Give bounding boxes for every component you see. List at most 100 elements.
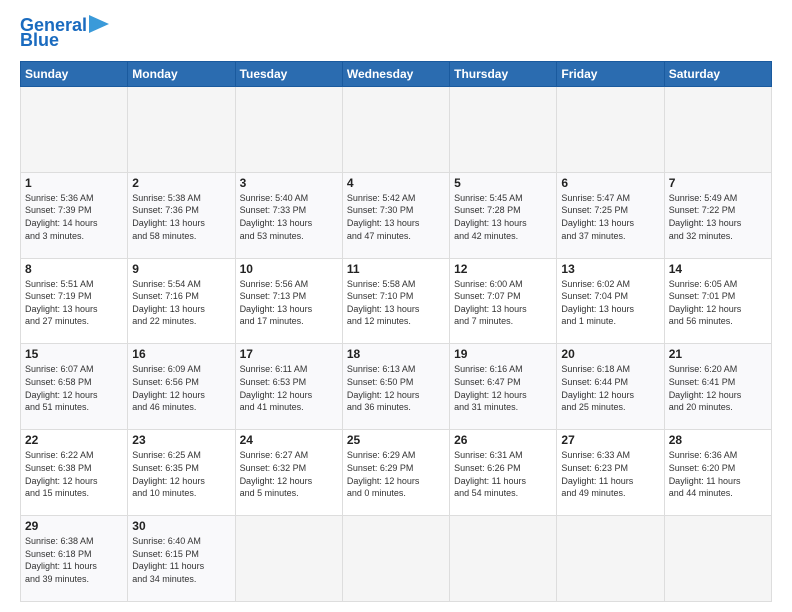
day-info: Sunrise: 6:16 AM Sunset: 6:47 PM Dayligh…	[454, 363, 552, 413]
day-info: Sunrise: 6:40 AM Sunset: 6:15 PM Dayligh…	[132, 535, 230, 585]
day-info: Sunrise: 5:58 AM Sunset: 7:10 PM Dayligh…	[347, 278, 445, 328]
day-info: Sunrise: 5:49 AM Sunset: 7:22 PM Dayligh…	[669, 192, 767, 242]
page: General Blue SundayMondayTuesdayWednesda…	[0, 0, 792, 612]
day-info: Sunrise: 5:42 AM Sunset: 7:30 PM Dayligh…	[347, 192, 445, 242]
day-number: 30	[132, 519, 230, 533]
day-number: 17	[240, 347, 338, 361]
day-cell: 8 Sunrise: 5:51 AM Sunset: 7:19 PM Daylig…	[21, 258, 128, 344]
day-cell: 18Sunrise: 6:13 AM Sunset: 6:50 PM Dayli…	[342, 344, 449, 430]
empty-cell	[342, 87, 449, 173]
calendar-week-row: 8 Sunrise: 5:51 AM Sunset: 7:19 PM Daylig…	[21, 258, 772, 344]
day-info: Sunrise: 5:54 AM Sunset: 7:16 PM Dayligh…	[132, 278, 230, 328]
day-number: 20	[561, 347, 659, 361]
day-number: 13	[561, 262, 659, 276]
empty-cell	[235, 516, 342, 602]
day-cell: 22Sunrise: 6:22 AM Sunset: 6:38 PM Dayli…	[21, 430, 128, 516]
day-info: Sunrise: 5:56 AM Sunset: 7:13 PM Dayligh…	[240, 278, 338, 328]
day-info: Sunrise: 5:36 AM Sunset: 7:39 PM Dayligh…	[25, 192, 123, 242]
day-info: Sunrise: 6:29 AM Sunset: 6:29 PM Dayligh…	[347, 449, 445, 499]
day-cell: 12Sunrise: 6:00 AM Sunset: 7:07 PM Dayli…	[450, 258, 557, 344]
day-info: Sunrise: 6:25 AM Sunset: 6:35 PM Dayligh…	[132, 449, 230, 499]
day-cell: 23 Sunrise: 6:25 AM Sunset: 6:35 PM Dayli…	[128, 430, 235, 516]
day-number: 4	[347, 176, 445, 190]
day-number: 29	[25, 519, 123, 533]
day-number: 19	[454, 347, 552, 361]
day-info: Sunrise: 6:09 AM Sunset: 6:56 PM Dayligh…	[132, 363, 230, 413]
logo-blue: Blue	[20, 30, 59, 51]
day-number: 23	[132, 433, 230, 447]
calendar-week-row: 22Sunrise: 6:22 AM Sunset: 6:38 PM Dayli…	[21, 430, 772, 516]
day-number: 9	[132, 262, 230, 276]
weekday-header-wednesday: Wednesday	[342, 62, 449, 87]
day-info: Sunrise: 5:40 AM Sunset: 7:33 PM Dayligh…	[240, 192, 338, 242]
day-cell: 15 Sunrise: 6:07 AM Sunset: 6:58 PM Dayli…	[21, 344, 128, 430]
day-number: 22	[25, 433, 123, 447]
day-info: Sunrise: 6:11 AM Sunset: 6:53 PM Dayligh…	[240, 363, 338, 413]
day-cell: 21Sunrise: 6:20 AM Sunset: 6:41 PM Dayli…	[664, 344, 771, 430]
day-number: 15	[25, 347, 123, 361]
day-cell: 28Sunrise: 6:36 AM Sunset: 6:20 PM Dayli…	[664, 430, 771, 516]
empty-cell	[557, 516, 664, 602]
day-cell: 11 Sunrise: 5:58 AM Sunset: 7:10 PM Dayli…	[342, 258, 449, 344]
day-number: 11	[347, 262, 445, 276]
day-info: Sunrise: 6:07 AM Sunset: 6:58 PM Dayligh…	[25, 363, 123, 413]
weekday-header-friday: Friday	[557, 62, 664, 87]
day-info: Sunrise: 6:38 AM Sunset: 6:18 PM Dayligh…	[25, 535, 123, 585]
empty-cell	[450, 87, 557, 173]
calendar-week-row	[21, 87, 772, 173]
weekday-header-saturday: Saturday	[664, 62, 771, 87]
empty-cell	[557, 87, 664, 173]
empty-cell	[450, 516, 557, 602]
empty-cell	[21, 87, 128, 173]
day-cell: 16Sunrise: 6:09 AM Sunset: 6:56 PM Dayli…	[128, 344, 235, 430]
calendar-table: SundayMondayTuesdayWednesdayThursdayFrid…	[20, 61, 772, 602]
day-info: Sunrise: 5:47 AM Sunset: 7:25 PM Dayligh…	[561, 192, 659, 242]
empty-cell	[342, 516, 449, 602]
day-cell: 1 Sunrise: 5:36 AM Sunset: 7:39 PM Daylig…	[21, 172, 128, 258]
day-number: 21	[669, 347, 767, 361]
day-number: 3	[240, 176, 338, 190]
day-number: 6	[561, 176, 659, 190]
day-info: Sunrise: 6:31 AM Sunset: 6:26 PM Dayligh…	[454, 449, 552, 499]
empty-cell	[664, 87, 771, 173]
logo-arrow-icon	[89, 15, 109, 33]
day-cell: 10Sunrise: 5:56 AM Sunset: 7:13 PM Dayli…	[235, 258, 342, 344]
day-info: Sunrise: 5:45 AM Sunset: 7:28 PM Dayligh…	[454, 192, 552, 242]
day-cell: 3 Sunrise: 5:40 AM Sunset: 7:33 PM Daylig…	[235, 172, 342, 258]
day-info: Sunrise: 6:18 AM Sunset: 6:44 PM Dayligh…	[561, 363, 659, 413]
day-cell: 20 Sunrise: 6:18 AM Sunset: 6:44 PM Dayli…	[557, 344, 664, 430]
day-number: 8	[25, 262, 123, 276]
empty-cell	[235, 87, 342, 173]
header: General Blue	[20, 16, 772, 51]
day-cell: 6 Sunrise: 5:47 AM Sunset: 7:25 PM Daylig…	[557, 172, 664, 258]
day-cell: 2 Sunrise: 5:38 AM Sunset: 7:36 PM Daylig…	[128, 172, 235, 258]
weekday-header-monday: Monday	[128, 62, 235, 87]
calendar-week-row: 15 Sunrise: 6:07 AM Sunset: 6:58 PM Dayli…	[21, 344, 772, 430]
day-number: 7	[669, 176, 767, 190]
empty-cell	[128, 87, 235, 173]
day-cell: 25 Sunrise: 6:29 AM Sunset: 6:29 PM Dayli…	[342, 430, 449, 516]
day-cell: 17 Sunrise: 6:11 AM Sunset: 6:53 PM Dayli…	[235, 344, 342, 430]
day-info: Sunrise: 5:51 AM Sunset: 7:19 PM Dayligh…	[25, 278, 123, 328]
day-number: 14	[669, 262, 767, 276]
day-info: Sunrise: 5:38 AM Sunset: 7:36 PM Dayligh…	[132, 192, 230, 242]
day-cell: 30 Sunrise: 6:40 AM Sunset: 6:15 PM Dayli…	[128, 516, 235, 602]
day-info: Sunrise: 6:13 AM Sunset: 6:50 PM Dayligh…	[347, 363, 445, 413]
day-number: 2	[132, 176, 230, 190]
day-number: 27	[561, 433, 659, 447]
day-cell: 5Sunrise: 5:45 AM Sunset: 7:28 PM Daylig…	[450, 172, 557, 258]
day-number: 25	[347, 433, 445, 447]
day-number: 26	[454, 433, 552, 447]
day-cell: 27Sunrise: 6:33 AM Sunset: 6:23 PM Dayli…	[557, 430, 664, 516]
day-info: Sunrise: 6:00 AM Sunset: 7:07 PM Dayligh…	[454, 278, 552, 328]
logo: General Blue	[20, 16, 109, 51]
day-info: Sunrise: 6:36 AM Sunset: 6:20 PM Dayligh…	[669, 449, 767, 499]
calendar-week-row: 1 Sunrise: 5:36 AM Sunset: 7:39 PM Daylig…	[21, 172, 772, 258]
day-cell: 9 Sunrise: 5:54 AM Sunset: 7:16 PM Daylig…	[128, 258, 235, 344]
day-number: 24	[240, 433, 338, 447]
day-cell: 14Sunrise: 6:05 AM Sunset: 7:01 PM Dayli…	[664, 258, 771, 344]
empty-cell	[664, 516, 771, 602]
day-number: 1	[25, 176, 123, 190]
weekday-header-thursday: Thursday	[450, 62, 557, 87]
day-cell: 26 Sunrise: 6:31 AM Sunset: 6:26 PM Dayli…	[450, 430, 557, 516]
